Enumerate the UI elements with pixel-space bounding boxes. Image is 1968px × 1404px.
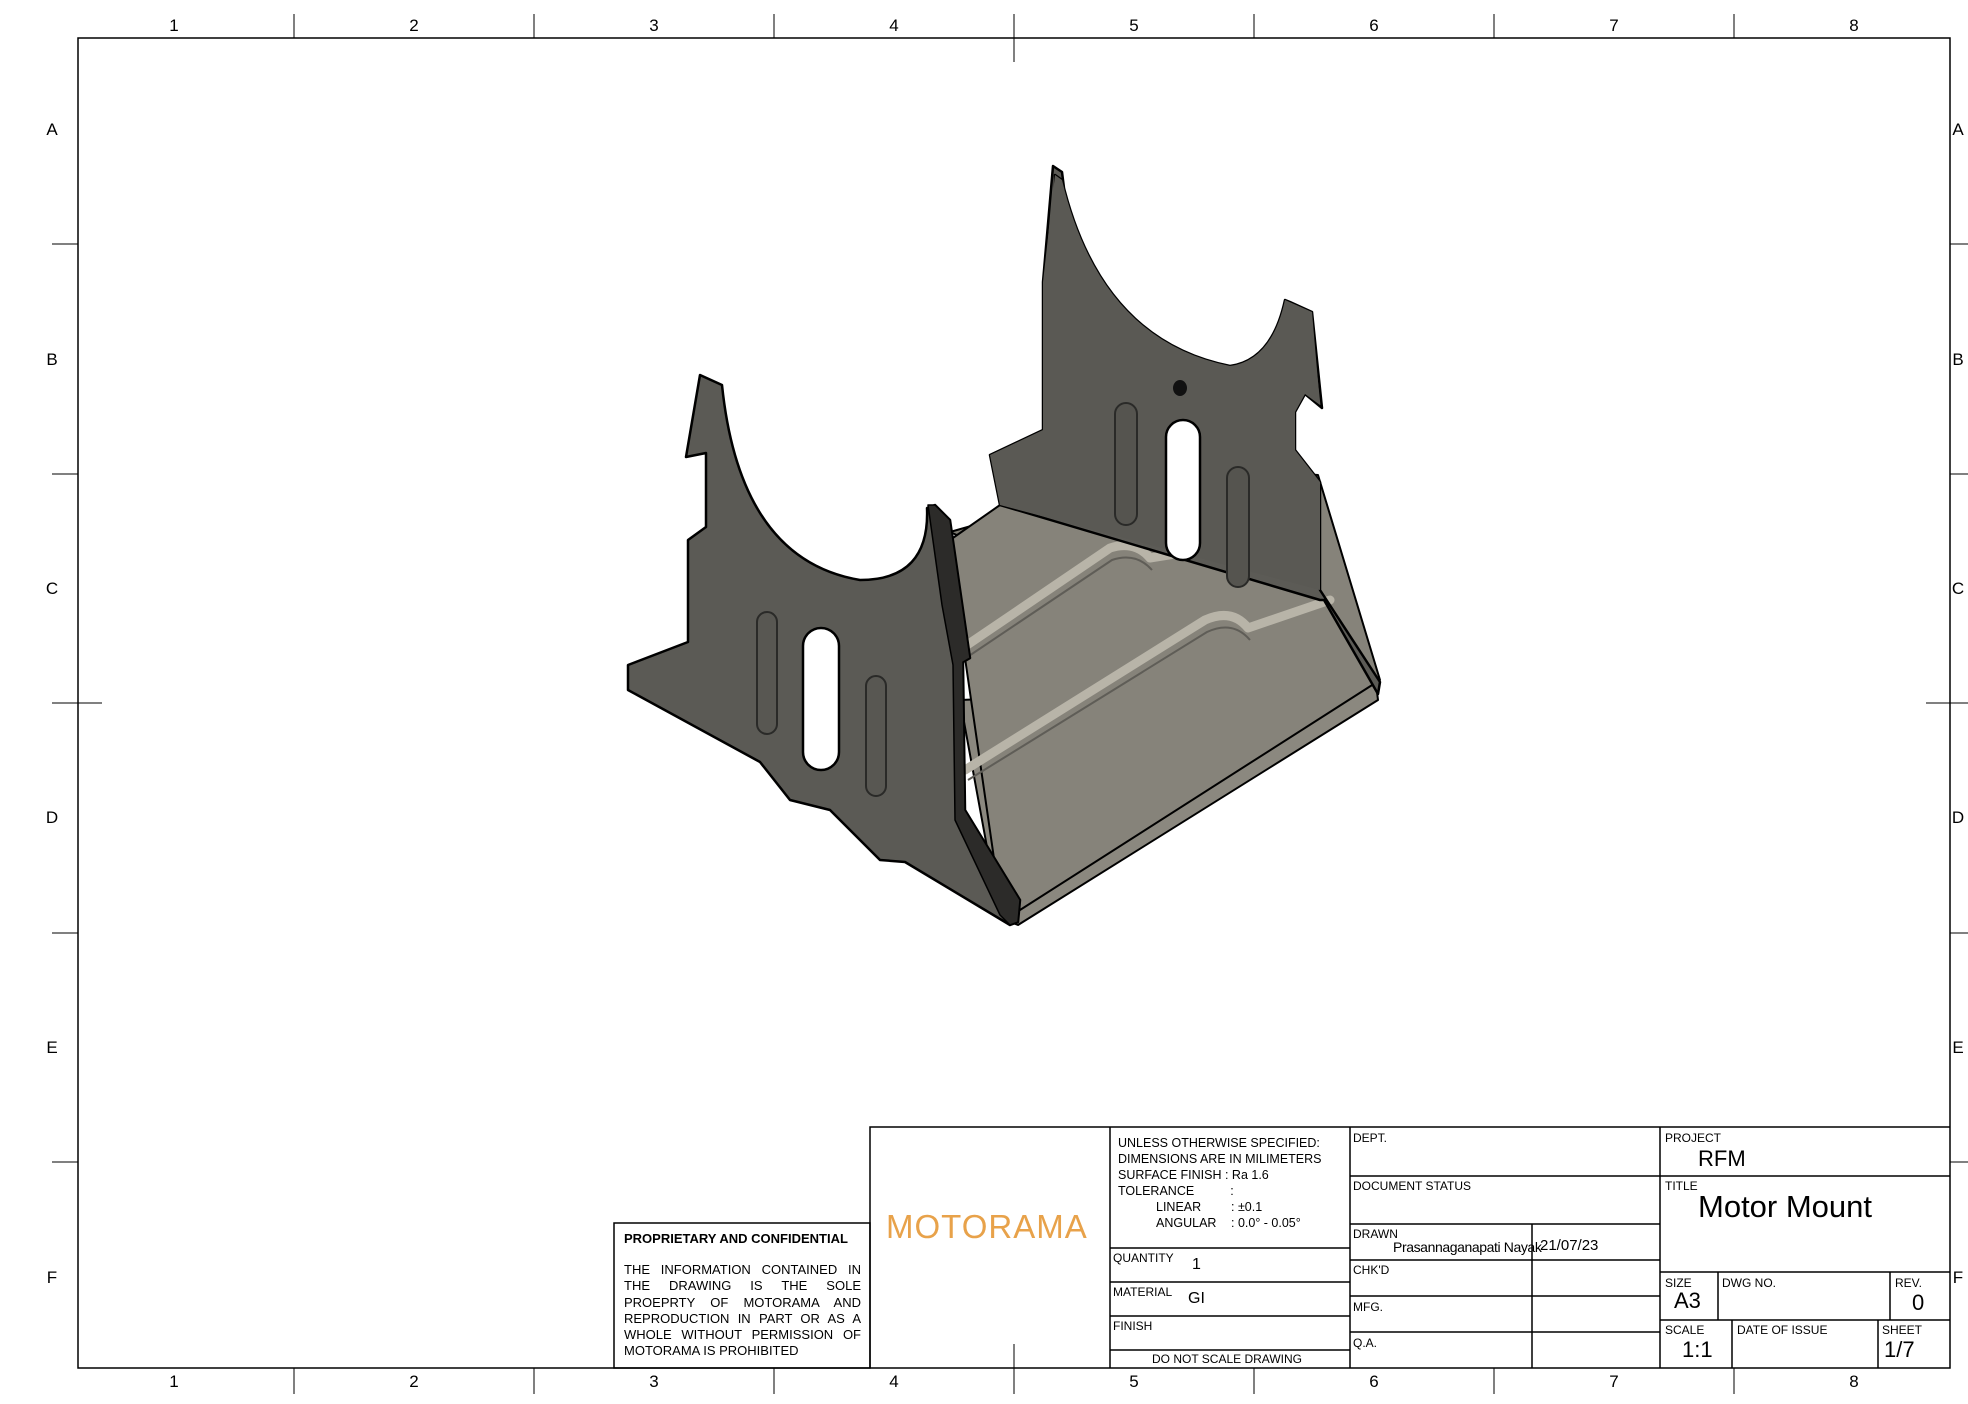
- confidential-heading: PROPRIETARY AND CONFIDENTIAL: [624, 1231, 848, 1246]
- confidential-line-3: PROEPRTY OF MOTORAMA AND: [624, 1294, 861, 1310]
- notes-linear: LINEAR : ±0.1: [1118, 1199, 1322, 1215]
- tolerance-colon: :: [1230, 1184, 1234, 1198]
- zone-col-bottom-4: 4: [889, 1372, 899, 1391]
- zone-col-bottom-5: 5: [1129, 1372, 1139, 1391]
- notes-surface: SURFACE FINISH : Ra 1.6: [1118, 1167, 1322, 1183]
- qa-label: Q.A.: [1353, 1336, 1378, 1350]
- zone-col-bottom-8: 8: [1849, 1372, 1859, 1391]
- notes-tolerance: TOLERANCE:: [1118, 1183, 1322, 1199]
- quantity-label: QUANTITY: [1113, 1251, 1174, 1265]
- left-ticks: [52, 243, 102, 1163]
- zone-col-top-7: 7: [1609, 16, 1619, 35]
- do-not-scale-note: DO NOT SCALE DRAWING: [1152, 1352, 1303, 1366]
- project-label: PROJECT: [1665, 1131, 1722, 1145]
- zone-row-left-F: F: [46, 1268, 58, 1287]
- notes-line-1: UNLESS OTHERWISE SPECIFIED:: [1118, 1136, 1320, 1150]
- zone-row-left-A: A: [46, 120, 58, 139]
- drawn-date-value: 21/07/23: [1540, 1237, 1599, 1254]
- angular-value: : 0.0° - 0.05°: [1231, 1216, 1301, 1230]
- zone-row-right-D: D: [1951, 808, 1965, 827]
- part-back-slot-right: [1226, 466, 1250, 588]
- part-back-slot-left: [1114, 402, 1138, 526]
- part-back-hole: [1173, 380, 1187, 396]
- drawn-label: DRAWN: [1353, 1227, 1398, 1241]
- finish-label: FINISH: [1113, 1319, 1153, 1333]
- right-ticks: [1926, 243, 1968, 1163]
- confidential-line-6: MOTORAMA IS PROHIBITED: [624, 1343, 799, 1359]
- sheet-value: 1/7: [1884, 1337, 1915, 1362]
- zone-row-right-E: E: [1952, 1038, 1964, 1057]
- zone-col-bottom-7: 7: [1609, 1372, 1619, 1391]
- surface-finish-value: Ra 1.6: [1231, 1168, 1269, 1182]
- document-status-label: DOCUMENT STATUS: [1353, 1179, 1472, 1193]
- zone-row-right-C: C: [1951, 579, 1965, 598]
- confidential-line-4: REPRODUCTION IN PART OR AS A: [624, 1310, 861, 1326]
- zone-row-left-B: B: [46, 350, 58, 369]
- drawing-sheet: 1 1 2 2 3 3 4 4 5 5 6 6 7 7 8 8 A A B B C C D D E E F F PROPRIETARY…: [0, 0, 1968, 1404]
- zone-row-right-F: F: [1952, 1268, 1964, 1287]
- sheet-label: SHEET: [1882, 1323, 1923, 1337]
- quantity-value: 1: [1192, 1256, 1201, 1273]
- title-value: Motor Mount: [1698, 1189, 1873, 1224]
- dwg-no-label: DWG NO.: [1722, 1276, 1776, 1290]
- notes-angular: ANGULAR : 0.0° - 0.05°: [1118, 1215, 1322, 1231]
- part-front-slot-center: [801, 626, 841, 772]
- zone-col-bottom-2: 2: [409, 1372, 419, 1391]
- zone-row-right-A: A: [1952, 120, 1964, 139]
- part-front-slot-right: [865, 675, 887, 797]
- drawing-frame: [52, 14, 1968, 1394]
- chkd-label: CHK'D: [1353, 1263, 1390, 1277]
- zone-col-top-6: 6: [1369, 16, 1379, 35]
- project-value: RFM: [1698, 1146, 1746, 1171]
- zone-col-top-5: 5: [1129, 16, 1139, 35]
- zone-col-top-2: 2: [409, 16, 419, 35]
- linear-label: LINEAR: [1156, 1200, 1202, 1214]
- part-back-slot-center: [1164, 418, 1202, 562]
- zone-col-bottom-6: 6: [1369, 1372, 1379, 1391]
- zone-col-top-4: 4: [889, 16, 899, 35]
- zone-col-bottom-3: 3: [649, 1372, 659, 1391]
- part-front-slot-left: [756, 611, 778, 735]
- zone-col-top-8: 8: [1849, 16, 1859, 35]
- linear-value: : ±0.1: [1231, 1200, 1263, 1214]
- zone-row-left-C: C: [45, 579, 59, 598]
- size-value: A3: [1674, 1288, 1701, 1313]
- bottom-ticks: [293, 1344, 1735, 1394]
- general-notes: UNLESS OTHERWISE SPECIFIED: DIMENSIONS A…: [1118, 1135, 1322, 1231]
- zone-row-left-E: E: [46, 1038, 58, 1057]
- surface-finish-label: SURFACE FINISH :: [1118, 1168, 1229, 1182]
- rev-label: REV.: [1895, 1276, 1922, 1290]
- dept-label: DEPT.: [1353, 1131, 1388, 1145]
- rev-value: 0: [1912, 1290, 1925, 1315]
- scale-value: 1:1: [1682, 1337, 1713, 1362]
- confidential-line-5: WHOLE WITHOUT PERMISSION OF: [624, 1327, 861, 1343]
- material-label: MATERIAL: [1113, 1285, 1173, 1299]
- date-of-issue-label: DATE OF ISSUE: [1737, 1323, 1828, 1337]
- scale-label: SCALE: [1665, 1323, 1705, 1337]
- company-logo: MOTORAMA: [886, 1208, 1088, 1245]
- material-value: GI: [1188, 1290, 1205, 1307]
- confidential-text: THE INFORMATION CONTAINED IN THE DRAWING…: [624, 1262, 861, 1360]
- zone-col-top-3: 3: [649, 16, 659, 35]
- tolerance-label: TOLERANCE: [1118, 1184, 1195, 1198]
- zone-col-bottom-1: 1: [169, 1372, 179, 1391]
- zone-row-right-B: B: [1952, 350, 1964, 369]
- confidential-line-1: THE INFORMATION CONTAINED IN: [624, 1262, 861, 1277]
- motor-mount-part-view: [626, 164, 1382, 927]
- drawn-by-value: Prasannaganapati Nayak: [1393, 1239, 1542, 1255]
- notes-line-2: DIMENSIONS ARE IN MILIMETERS: [1118, 1152, 1322, 1166]
- angular-label: ANGULAR: [1156, 1216, 1217, 1230]
- title-label: TITLE: [1665, 1179, 1698, 1193]
- zone-row-left-D: D: [45, 808, 59, 827]
- confidential-line-2: THE DRAWING IS THE SOLE: [624, 1278, 861, 1294]
- zone-col-top-1: 1: [169, 16, 179, 35]
- mfg-label: MFG.: [1353, 1300, 1383, 1314]
